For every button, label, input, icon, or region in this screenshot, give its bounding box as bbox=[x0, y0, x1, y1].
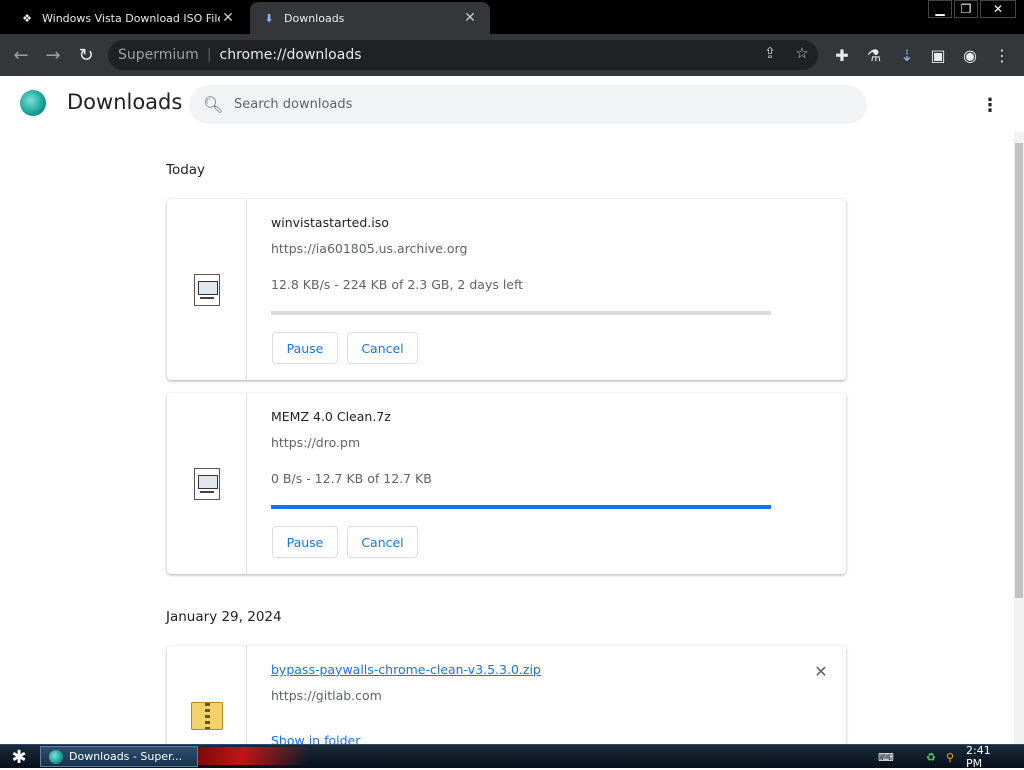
restore-button[interactable]: ❐ bbox=[954, 0, 978, 18]
omnibox-separator: | bbox=[207, 47, 212, 63]
bookmark-star-icon[interactable]: ☆ bbox=[790, 41, 814, 65]
download-icon: ⬇ bbox=[262, 11, 276, 25]
url-text: chrome://downloads bbox=[220, 47, 362, 63]
keyboard-icon[interactable]: ⌨ bbox=[878, 749, 894, 765]
date-header: Today bbox=[166, 162, 205, 178]
search-tray-icon[interactable]: ⚲ bbox=[942, 749, 958, 765]
address-bar[interactable]: Supermium | chrome://downloads bbox=[108, 40, 818, 70]
file-source-url[interactable]: https://dro.pm bbox=[271, 435, 360, 450]
pause-button[interactable]: Pause bbox=[272, 526, 338, 558]
date-header: January 29, 2024 bbox=[166, 609, 282, 625]
download-item: winvistastarted.iso https://ia601805.us.… bbox=[167, 199, 846, 380]
cancel-button[interactable]: Cancel bbox=[347, 332, 418, 364]
search-icon: 🔍︎ bbox=[203, 95, 221, 114]
downloads-toolbar-icon[interactable]: ⇣ bbox=[895, 43, 919, 67]
forward-button[interactable]: → bbox=[40, 42, 66, 68]
scrollbar-thumb[interactable] bbox=[1015, 143, 1023, 598]
file-name[interactable]: MEMZ 4.0 Clean.7z bbox=[271, 409, 391, 424]
side-panel-icon[interactable]: ▣ bbox=[926, 43, 950, 67]
taskbar-item-label: Downloads - Super... bbox=[69, 750, 182, 763]
download-status: 0 B/s - 12.7 KB of 12.7 KB bbox=[271, 471, 432, 486]
downloads-list: Today winvistastarted.iso https://ia6018… bbox=[0, 132, 1014, 744]
remove-from-list-icon[interactable]: ✕ bbox=[811, 661, 831, 681]
close-window-button[interactable]: ✕ bbox=[980, 0, 1016, 18]
supermium-icon bbox=[49, 750, 63, 764]
minimize-button[interactable]: ▁ bbox=[928, 0, 952, 18]
browser-brand: Supermium bbox=[118, 47, 199, 63]
zip-folder-icon bbox=[191, 702, 223, 730]
show-in-folder-link[interactable]: Show in folder bbox=[271, 733, 360, 744]
progress-fill bbox=[271, 505, 771, 509]
taskbar-glow bbox=[198, 747, 308, 765]
pause-button[interactable]: Pause bbox=[272, 332, 338, 364]
supermium-logo bbox=[20, 90, 46, 116]
downloads-header: Downloads 🔍︎ ⋮ bbox=[0, 76, 1024, 132]
tab-title: Windows Vista Download ISO File F bbox=[42, 12, 220, 25]
cancel-button[interactable]: Cancel bbox=[347, 526, 418, 558]
file-icon-column bbox=[167, 393, 247, 574]
close-tab-icon[interactable]: ✕ bbox=[462, 10, 478, 26]
progress-bar bbox=[271, 311, 771, 315]
extensions-icon[interactable]: ✚ bbox=[830, 43, 854, 67]
title-bar: ❖ Windows Vista Download ISO File F ✕ ⬇ … bbox=[0, 0, 1024, 34]
file-name-link[interactable]: bypass-paywalls-chrome-clean-v3.5.3.0.zi… bbox=[271, 662, 541, 677]
file-source-url[interactable]: https://gitlab.com bbox=[271, 688, 382, 703]
download-item: MEMZ 4.0 Clean.7z https://dro.pm 0 B/s -… bbox=[167, 393, 846, 574]
tab-downloads[interactable]: ⬇ Downloads ✕ bbox=[250, 2, 490, 34]
file-source-url[interactable]: https://ia601805.us.archive.org bbox=[271, 241, 467, 256]
close-tab-icon[interactable]: ✕ bbox=[220, 10, 236, 26]
more-actions-icon[interactable]: ⋮ bbox=[980, 94, 1000, 116]
reload-button[interactable]: ↻ bbox=[73, 42, 99, 68]
file-icon bbox=[194, 274, 220, 306]
labs-flask-icon[interactable]: ⚗ bbox=[862, 43, 886, 67]
taskbar-item-downloads[interactable]: Downloads - Super... bbox=[40, 746, 198, 767]
browser-toolbar: ← → ↻ Supermium | chrome://downloads ⇪ ☆… bbox=[0, 34, 1024, 76]
share-icon[interactable]: ⇪ bbox=[758, 41, 782, 65]
clock[interactable]: 2:41 PM bbox=[966, 749, 1010, 765]
page-title: Downloads bbox=[67, 90, 182, 114]
vista-icon: ❖ bbox=[20, 11, 34, 25]
search-box[interactable]: 🔍︎ bbox=[189, 85, 867, 124]
profile-avatar-icon[interactable]: ◉ bbox=[958, 43, 982, 67]
download-item: bypass-paywalls-chrome-clean-v3.5.3.0.zi… bbox=[167, 646, 846, 744]
browser-menu-icon[interactable]: ⋮ bbox=[990, 43, 1014, 67]
search-input[interactable] bbox=[234, 97, 834, 112]
file-icon-column bbox=[167, 199, 247, 380]
start-button[interactable]: ✱ bbox=[6, 745, 32, 769]
file-name[interactable]: winvistastarted.iso bbox=[271, 215, 389, 230]
download-status: 12.8 KB/s - 224 KB of 2.3 GB, 2 days lef… bbox=[271, 277, 523, 292]
back-button[interactable]: ← bbox=[8, 42, 34, 68]
taskbar: ✱ Downloads - Super... ⌨ ♻ ⚲ 2:41 PM bbox=[0, 744, 1024, 768]
file-icon bbox=[194, 468, 220, 500]
file-icon-column bbox=[167, 646, 247, 744]
network-icon[interactable]: ♻ bbox=[924, 749, 938, 765]
progress-bar bbox=[271, 505, 771, 509]
tab-title: Downloads bbox=[284, 12, 462, 25]
tab-vista-download[interactable]: ❖ Windows Vista Download ISO File F ✕ bbox=[8, 2, 248, 34]
